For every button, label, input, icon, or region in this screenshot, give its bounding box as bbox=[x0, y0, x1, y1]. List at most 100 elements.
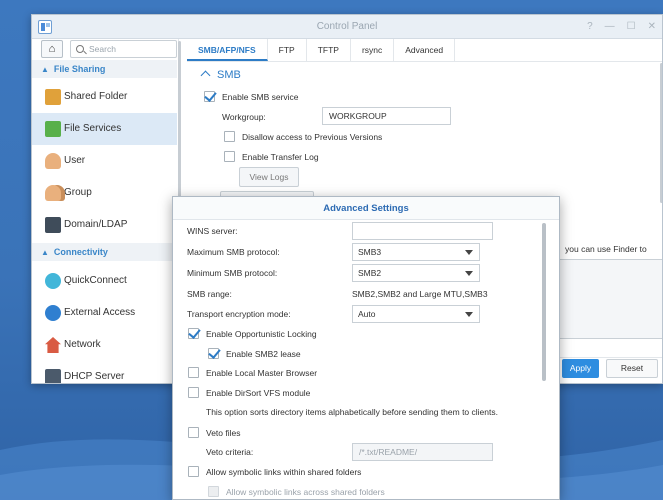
sidebar-item-network[interactable]: Network bbox=[32, 329, 177, 361]
transfer-log-checkbox[interactable] bbox=[224, 151, 235, 162]
dirsort-description: This option sorts directory items alphab… bbox=[206, 407, 498, 417]
sidebar-item-label: External Access bbox=[64, 307, 136, 318]
maximize-icon[interactable]: ☐ bbox=[627, 15, 636, 39]
encryption-mode-value: Auto bbox=[358, 309, 376, 319]
enable-smb-checkbox[interactable] bbox=[204, 91, 215, 102]
tab-tftp[interactable]: TFTP bbox=[307, 39, 351, 61]
enable-smb-label: Enable SMB service bbox=[222, 92, 299, 102]
section-label: Connectivity bbox=[53, 247, 108, 257]
min-smb-protocol-label: Minimum SMB protocol: bbox=[187, 268, 278, 278]
enable-smb-row[interactable]: Enable SMB service bbox=[204, 91, 299, 102]
external-access-icon bbox=[45, 305, 61, 321]
encryption-mode-select[interactable]: Auto bbox=[352, 305, 480, 323]
finder-hint-text: you can use Finder to bbox=[565, 244, 647, 254]
local-master-browser-label: Enable Local Master Browser bbox=[206, 368, 318, 378]
max-smb-protocol-label: Maximum SMB protocol: bbox=[187, 247, 280, 257]
sidebar-item-label: Group bbox=[64, 187, 92, 198]
sidebar: ⌂ Search ▲ File Sharing Shared Folder Fil… bbox=[32, 39, 181, 383]
tab-advanced[interactable]: Advanced bbox=[394, 39, 456, 61]
local-master-browser-row[interactable]: Enable Local Master Browser bbox=[188, 367, 317, 378]
chevron-up-icon bbox=[200, 70, 211, 81]
symlinks-across-checkbox[interactable] bbox=[208, 486, 219, 497]
disallow-previous-versions-checkbox[interactable] bbox=[224, 131, 235, 142]
help-icon[interactable]: ? bbox=[587, 15, 593, 39]
sidebar-item-label: File Services bbox=[64, 123, 122, 134]
sidebar-item-file-services[interactable]: File Services bbox=[32, 113, 177, 145]
sidebar-item-external-access[interactable]: External Access bbox=[32, 297, 177, 329]
home-button[interactable]: ⌂ bbox=[41, 40, 63, 58]
workgroup-label: Workgroup: bbox=[222, 112, 266, 122]
min-smb-protocol-select[interactable]: SMB2 bbox=[352, 264, 480, 282]
symlinks-within-row[interactable]: Allow symbolic links within shared folde… bbox=[188, 466, 361, 477]
smb-range-label: SMB range: bbox=[187, 289, 232, 299]
sidebar-item-group[interactable]: Group bbox=[32, 177, 177, 209]
wins-server-input[interactable] bbox=[352, 222, 493, 240]
file-services-icon bbox=[45, 121, 61, 137]
dropdown-arrow-icon bbox=[465, 312, 473, 317]
max-smb-protocol-select[interactable]: SMB3 bbox=[352, 243, 480, 261]
section-header-connectivity[interactable]: ▲ Connectivity bbox=[32, 243, 177, 261]
sidebar-item-label: User bbox=[64, 155, 86, 166]
sidebar-item-label: Domain/LDAP bbox=[64, 219, 128, 230]
window-title: Control Panel bbox=[316, 21, 378, 32]
view-logs-button[interactable]: View Logs bbox=[239, 167, 299, 187]
sidebar-item-label: DHCP Server bbox=[64, 371, 125, 382]
local-master-browser-checkbox[interactable] bbox=[188, 367, 199, 378]
search-input[interactable]: Search bbox=[70, 40, 177, 58]
dialog-title[interactable]: Advanced Settings bbox=[173, 197, 559, 220]
tab-bar: SMB/AFP/NFS FTP TFTP rsync Advanced bbox=[187, 39, 456, 61]
smb2-lease-checkbox[interactable] bbox=[208, 348, 219, 359]
veto-files-label: Veto files bbox=[206, 428, 241, 438]
chevron-up-icon: ▲ bbox=[41, 65, 49, 74]
sidebar-item-user[interactable]: User bbox=[32, 145, 177, 177]
close-icon[interactable]: ✕ bbox=[648, 15, 656, 39]
max-smb-protocol-value: SMB3 bbox=[358, 247, 382, 257]
tab-ftp[interactable]: FTP bbox=[268, 39, 307, 61]
oplock-row[interactable]: Enable Opportunistic Locking bbox=[188, 328, 317, 339]
smb-section-header[interactable]: SMB bbox=[200, 69, 241, 81]
workgroup-input[interactable]: WORKGROUP bbox=[322, 107, 451, 125]
apply-button[interactable]: Apply bbox=[562, 359, 599, 378]
sidebar-item-label: Shared Folder bbox=[64, 91, 128, 102]
reset-button[interactable]: Reset bbox=[606, 359, 658, 378]
section-header-file-sharing[interactable]: ▲ File Sharing bbox=[32, 60, 177, 78]
wins-server-label: WINS server: bbox=[187, 226, 238, 236]
network-icon bbox=[45, 337, 61, 353]
minimize-icon[interactable]: — bbox=[605, 15, 615, 39]
symlinks-within-label: Allow symbolic links within shared folde… bbox=[206, 467, 362, 477]
transfer-log-label: Enable Transfer Log bbox=[242, 152, 319, 162]
tab-rsync[interactable]: rsync bbox=[351, 39, 395, 61]
dirsort-checkbox[interactable] bbox=[188, 387, 199, 398]
transfer-log-row[interactable]: Enable Transfer Log bbox=[224, 151, 319, 162]
dialog-scrollbar[interactable] bbox=[542, 223, 546, 381]
smb-header-label: SMB bbox=[217, 69, 241, 81]
dropdown-arrow-icon bbox=[465, 250, 473, 255]
oplock-label: Enable Opportunistic Locking bbox=[206, 329, 317, 339]
veto-criteria-label: Veto criteria: bbox=[206, 447, 254, 457]
symlinks-within-checkbox[interactable] bbox=[188, 466, 199, 477]
sidebar-item-domain-ldap[interactable]: Domain/LDAP bbox=[32, 209, 177, 241]
veto-criteria-input[interactable]: /*.txt/README/ bbox=[352, 443, 493, 461]
disallow-previous-versions-row[interactable]: Disallow access to Previous Versions bbox=[224, 131, 382, 142]
search-placeholder: Search bbox=[89, 44, 116, 54]
veto-files-row[interactable]: Veto files bbox=[188, 427, 241, 438]
advanced-settings-dialog: Advanced Settings WINS server: Maximum S… bbox=[172, 196, 560, 500]
veto-files-checkbox[interactable] bbox=[188, 427, 199, 438]
dhcp-server-icon bbox=[45, 369, 61, 383]
symlinks-across-row[interactable]: Allow symbolic links across shared folde… bbox=[208, 486, 385, 497]
encryption-mode-label: Transport encryption mode: bbox=[187, 309, 291, 319]
sidebar-item-shared-folder[interactable]: Shared Folder bbox=[32, 81, 177, 113]
disallow-previous-versions-label: Disallow access to Previous Versions bbox=[242, 132, 383, 142]
sidebar-item-quickconnect[interactable]: QuickConnect bbox=[32, 265, 177, 297]
window-titlebar[interactable]: Control Panel ? — ☐ ✕ bbox=[32, 15, 662, 39]
dropdown-arrow-icon bbox=[465, 271, 473, 276]
dirsort-row[interactable]: Enable DirSort VFS module bbox=[188, 387, 310, 398]
control-panel-app-icon bbox=[38, 20, 52, 34]
smb2-lease-row[interactable]: Enable SMB2 lease bbox=[208, 348, 301, 359]
tab-smb-afp-nfs[interactable]: SMB/AFP/NFS bbox=[187, 39, 268, 61]
min-smb-protocol-value: SMB2 bbox=[358, 268, 382, 278]
search-icon bbox=[76, 45, 84, 53]
section-label: File Sharing bbox=[53, 64, 106, 74]
oplock-checkbox[interactable] bbox=[188, 328, 199, 339]
sidebar-item-dhcp-server[interactable]: DHCP Server bbox=[32, 361, 177, 383]
